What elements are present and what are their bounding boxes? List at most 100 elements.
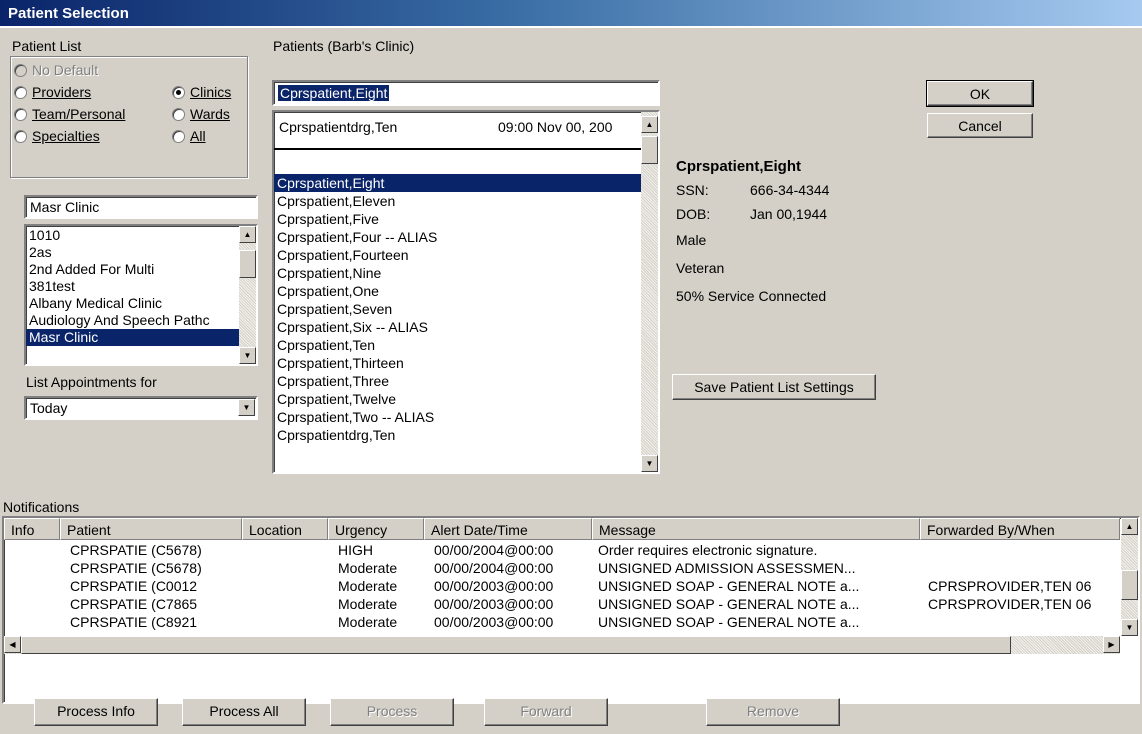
row-datetime: 00/00/2004@00:00 bbox=[434, 560, 554, 576]
process-button[interactable]: Process bbox=[330, 698, 454, 726]
patient-item[interactable]: Cprspatient,Twelve bbox=[274, 390, 641, 408]
remove-button[interactable]: Remove bbox=[706, 698, 840, 726]
cancel-button[interactable]: Cancel bbox=[927, 113, 1033, 138]
patient-item[interactable]: Cprspatient,Eleven bbox=[274, 192, 641, 210]
clinic-item[interactable]: 381test bbox=[26, 278, 239, 295]
patient-item[interactable]: Cprspatient,Thirteen bbox=[274, 354, 641, 372]
row-patient: CPRSPATIE (C8921 bbox=[70, 614, 198, 630]
notifications-hscroll[interactable]: ◀ ▶ bbox=[4, 636, 1120, 654]
patient-item[interactable]: Cprspatient,Five bbox=[274, 210, 641, 228]
clinic-item[interactable]: 1010 bbox=[26, 227, 239, 244]
process-info-button[interactable]: Process Info bbox=[34, 698, 158, 726]
scroll-thumb[interactable] bbox=[1121, 570, 1138, 600]
column-header-forwarded[interactable]: Forwarded By/When bbox=[920, 518, 1120, 540]
column-header-location[interactable]: Location bbox=[242, 518, 328, 540]
patient-item[interactable]: Cprspatientdrg,Ten bbox=[274, 426, 641, 444]
column-header-message[interactable]: Message bbox=[592, 518, 920, 540]
patient-item[interactable]: Cprspatient,Six -- ALIAS bbox=[274, 318, 641, 336]
process-all-button[interactable]: Process All bbox=[182, 698, 306, 726]
patient-item[interactable]: Cprspatient,Two -- ALIAS bbox=[274, 408, 641, 426]
notification-row[interactable]: CPRSPATIE (C5678) HIGH 00/00/2004@00:00 … bbox=[4, 542, 1120, 560]
radio-checked-icon bbox=[172, 86, 185, 99]
column-header-patient[interactable]: Patient bbox=[60, 518, 242, 540]
patient-item[interactable]: Cprspatient,Fourteen bbox=[274, 246, 641, 264]
radio-team-personal[interactable]: Team/Personal bbox=[14, 106, 125, 122]
scroll-up-icon[interactable]: ▲ bbox=[239, 226, 256, 243]
scroll-thumb[interactable] bbox=[239, 250, 256, 278]
scroll-up-icon[interactable]: ▲ bbox=[1121, 518, 1138, 535]
patient-search-input[interactable]: Cprspatient,Eight bbox=[272, 80, 660, 106]
patient-listbox[interactable]: Cprspatientdrg,Ten 09:00 Nov 00, 200 Cpr… bbox=[272, 110, 660, 474]
appointments-dropdown[interactable]: Today ▼ bbox=[24, 396, 258, 420]
radio-icon bbox=[14, 64, 27, 77]
notification-row[interactable]: CPRSPATIE (C7865 Moderate 00/00/2003@00:… bbox=[4, 596, 1120, 614]
radio-providers[interactable]: Providers bbox=[14, 84, 91, 100]
radio-specialties[interactable]: Specialties bbox=[14, 128, 100, 144]
scroll-down-icon[interactable]: ▼ bbox=[641, 455, 658, 472]
row-urgency: Moderate bbox=[338, 614, 398, 630]
column-header-alert-datetime[interactable]: Alert Date/Time bbox=[424, 518, 592, 540]
patient-scrollbar[interactable]: ▲ ▼ bbox=[641, 112, 658, 472]
recent-patient-row[interactable]: Cprspatientdrg,Ten 09:00 Nov 00, 200 bbox=[274, 112, 641, 150]
patient-search-value: Cprspatient,Eight bbox=[278, 85, 390, 101]
scroll-up-icon[interactable]: ▲ bbox=[641, 116, 658, 133]
patient-item[interactable]: Cprspatient,Seven bbox=[274, 300, 641, 318]
patient-item[interactable]: Cprspatient,One bbox=[274, 282, 641, 300]
row-datetime: 00/00/2003@00:00 bbox=[434, 596, 554, 612]
row-datetime: 00/00/2004@00:00 bbox=[434, 542, 554, 558]
patient-item[interactable]: Cprspatient,Nine bbox=[274, 264, 641, 282]
patient-item[interactable]: Cprspatient,Ten bbox=[274, 336, 641, 354]
forward-button[interactable]: Forward bbox=[484, 698, 608, 726]
service-connected: 50% Service Connected bbox=[676, 288, 827, 304]
patient-item[interactable]: Cprspatient,Four -- ALIAS bbox=[274, 228, 641, 246]
scroll-thumb[interactable] bbox=[641, 136, 658, 164]
scroll-down-icon[interactable]: ▼ bbox=[1121, 619, 1138, 636]
clinic-scrollbar[interactable]: ▲ ▼ bbox=[239, 226, 256, 364]
ssn-value: 666-34-4344 bbox=[750, 182, 830, 198]
clinic-search-input[interactable]: Masr Clinic bbox=[24, 195, 258, 219]
radio-label: Team/Personal bbox=[32, 106, 126, 122]
row-message: UNSIGNED SOAP - GENERAL NOTE a... bbox=[598, 578, 860, 594]
scroll-left-icon[interactable]: ◀ bbox=[4, 636, 21, 653]
radio-icon bbox=[172, 130, 185, 143]
clinic-item[interactable]: 2nd Added For Multi bbox=[26, 261, 239, 278]
radio-label: Providers bbox=[32, 84, 92, 100]
radio-icon bbox=[14, 86, 27, 99]
notifications-vscroll[interactable]: ▲ ▼ bbox=[1121, 518, 1138, 636]
notification-row[interactable]: CPRSPATIE (C5678) Moderate 00/00/2004@00… bbox=[4, 560, 1120, 578]
row-datetime: 00/00/2003@00:00 bbox=[434, 578, 554, 594]
scroll-down-icon[interactable]: ▼ bbox=[239, 347, 256, 364]
scroll-thumb[interactable] bbox=[21, 636, 1011, 654]
chevron-down-icon[interactable]: ▼ bbox=[238, 399, 255, 416]
row-urgency: Moderate bbox=[338, 560, 398, 576]
appointments-label: List Appointments for bbox=[26, 374, 157, 390]
clinic-item[interactable]: Albany Medical Clinic bbox=[26, 295, 239, 312]
clinic-listbox[interactable]: 1010 2as 2nd Added For Multi 381test Alb… bbox=[24, 224, 258, 366]
radio-clinics[interactable]: Clinics bbox=[172, 84, 231, 100]
dob-label: DOB: bbox=[676, 206, 711, 222]
radio-icon bbox=[14, 108, 27, 121]
patient-item-selected[interactable]: Cprspatient,Eight bbox=[274, 174, 641, 192]
save-settings-button[interactable]: Save Patient List Settings bbox=[672, 374, 876, 400]
patient-item[interactable]: Cprspatient,Three bbox=[274, 372, 641, 390]
radio-wards[interactable]: Wards bbox=[172, 106, 230, 122]
notification-row[interactable]: CPRSPATIE (C8921 Moderate 00/00/2003@00:… bbox=[4, 614, 1120, 632]
scroll-right-icon[interactable]: ▶ bbox=[1103, 636, 1120, 653]
notification-row[interactable]: CPRSPATIE (C0012 Moderate 00/00/2003@00:… bbox=[4, 578, 1120, 596]
clinic-item[interactable]: Audiology And Speech Pathc bbox=[26, 312, 239, 329]
radio-label: Clinics bbox=[190, 84, 232, 100]
recent-patient-name: Cprspatientdrg,Ten bbox=[279, 119, 398, 135]
notifications-table[interactable]: Info Patient Location Urgency Alert Date… bbox=[2, 516, 1140, 704]
ok-button[interactable]: OK bbox=[926, 80, 1034, 107]
radio-all[interactable]: All bbox=[172, 128, 206, 144]
clinic-item[interactable]: 2as bbox=[26, 244, 239, 261]
row-message: UNSIGNED SOAP - GENERAL NOTE a... bbox=[598, 614, 860, 630]
patient-list-items: Cprspatient,Eight Cprspatient,Eleven Cpr… bbox=[274, 174, 641, 444]
radio-label: All bbox=[190, 128, 206, 144]
row-forwarded: CPRSPROVIDER,TEN 06 bbox=[928, 596, 1092, 612]
radio-no-default[interactable]: No Default bbox=[14, 62, 98, 78]
column-header-info[interactable]: Info bbox=[4, 518, 60, 540]
column-header-urgency[interactable]: Urgency bbox=[328, 518, 424, 540]
notifications-header: Info Patient Location Urgency Alert Date… bbox=[4, 518, 1120, 540]
clinic-item-selected[interactable]: Masr Clinic bbox=[26, 329, 239, 346]
